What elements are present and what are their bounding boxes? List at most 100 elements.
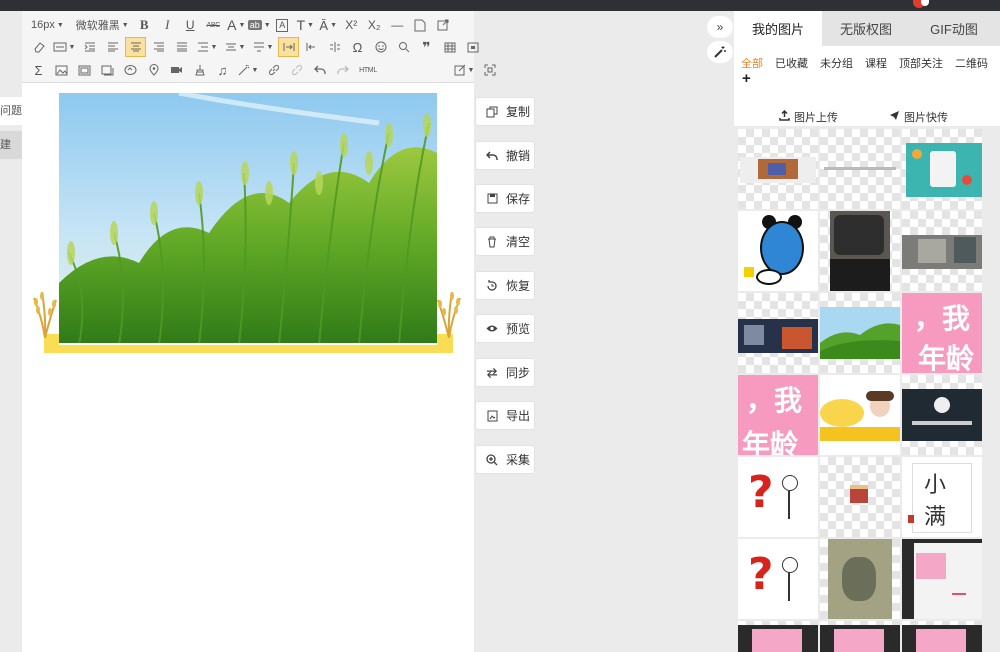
image-thumb[interactable]	[820, 211, 900, 291]
restore-button[interactable]: 恢复	[475, 271, 535, 300]
search-replace-icon[interactable]	[393, 37, 414, 57]
image-thumb[interactable]	[738, 129, 818, 209]
html-source-button[interactable]: HTML	[355, 60, 381, 80]
save-button[interactable]: 保存	[475, 184, 535, 213]
tab-my-images[interactable]: 我的图片	[734, 11, 822, 46]
justify-icon[interactable]	[171, 37, 192, 57]
image-thumb[interactable]	[820, 539, 900, 619]
image-thumb[interactable]	[902, 621, 982, 652]
blockquote-button[interactable]: ❞	[416, 37, 437, 57]
text-style-icon[interactable]: T ▼	[295, 15, 316, 35]
bold-button[interactable]: B	[134, 15, 155, 35]
edit-mode-icon[interactable]: ▼	[451, 60, 477, 80]
category-course[interactable]: 课程	[865, 57, 887, 71]
tab-copyright-free[interactable]: 无版权图	[822, 11, 910, 46]
blank-page-icon[interactable]	[410, 15, 431, 35]
image-thumb[interactable]	[738, 293, 818, 373]
line-indent-icon[interactable]: ▼	[194, 37, 220, 57]
scrawl-icon[interactable]	[120, 60, 141, 80]
collect-button[interactable]: 采集	[475, 445, 535, 474]
image-thumb[interactable]	[902, 211, 982, 291]
image-thumb[interactable]: 小 满	[902, 457, 982, 537]
horizontal-rule-icon[interactable]: —	[387, 15, 408, 35]
thumb-text-xiao: 小	[924, 473, 947, 498]
brush-icon[interactable]	[189, 60, 210, 80]
image-thumb[interactable]	[820, 293, 900, 373]
image-thumb[interactable]	[738, 621, 818, 652]
superscript-button[interactable]: X²	[341, 15, 362, 35]
table-properties-icon[interactable]	[462, 37, 483, 57]
editor-content[interactable]	[22, 83, 474, 652]
paragraph-icon[interactable]: ▼	[51, 37, 77, 57]
direction-rtl-icon[interactable]	[301, 37, 322, 57]
emoji-icon[interactable]	[370, 37, 391, 57]
map-icon[interactable]	[143, 60, 164, 80]
fullscreen-icon[interactable]	[479, 60, 500, 80]
redo-toolbar-icon[interactable]	[332, 60, 353, 80]
tab-gif[interactable]: GIF动图	[910, 11, 998, 46]
left-tab-question[interactable]: 问题	[0, 97, 22, 125]
image-thumb[interactable]: ?	[738, 457, 818, 537]
category-favorites[interactable]: 已收藏	[775, 57, 808, 71]
image-upload-button[interactable]: 图片上传	[779, 109, 838, 125]
collapse-panel-button[interactable]: »	[707, 16, 733, 38]
left-tab-build[interactable]: 建	[0, 131, 22, 159]
text-shadow-icon[interactable]: Ā ▼	[318, 15, 339, 35]
sync-button[interactable]: 同步	[475, 358, 535, 387]
copy-button[interactable]: 复制	[475, 97, 535, 126]
multi-image-icon[interactable]	[74, 60, 95, 80]
image-thumb[interactable]: ?	[738, 539, 818, 619]
image-thumb[interactable]	[902, 375, 982, 455]
undo-toolbar-icon[interactable]	[309, 60, 330, 80]
music-icon[interactable]: ♫	[212, 60, 233, 80]
undo-button[interactable]: 撤销	[475, 141, 535, 170]
image-thumb[interactable]	[738, 211, 818, 291]
category-qrcode[interactable]: 二维码	[955, 57, 988, 71]
image-thumb[interactable]	[820, 375, 900, 455]
spacing-icon[interactable]: ▼	[250, 37, 276, 57]
image-thumb[interactable]	[902, 129, 982, 209]
underline-button[interactable]: U	[180, 15, 201, 35]
align-left-icon[interactable]	[102, 37, 123, 57]
image-thumb[interactable]	[820, 457, 900, 537]
line-height-icon[interactable]: ▼	[222, 37, 248, 57]
table-icon[interactable]	[439, 37, 460, 57]
magic-wand-button[interactable]	[707, 41, 733, 63]
preview-button[interactable]: 预览	[475, 314, 535, 343]
align-center-icon[interactable]	[125, 37, 146, 57]
add-category-button[interactable]: +	[742, 71, 751, 87]
category-all[interactable]: 全部	[741, 57, 763, 71]
formula-sigma-icon[interactable]: Σ	[28, 60, 49, 80]
subscript-button[interactable]: X₂	[364, 15, 385, 35]
magic-wand-icon[interactable]: ▼	[235, 60, 261, 80]
image-thumb-pink[interactable]: ，我 年龄	[738, 375, 818, 455]
italic-button[interactable]: I	[157, 15, 178, 35]
special-char-button[interactable]: Ω	[347, 37, 368, 57]
frame-icon[interactable]	[97, 60, 118, 80]
video-icon[interactable]	[166, 60, 187, 80]
strikethrough-button[interactable]: ABC	[203, 15, 224, 35]
font-family-select[interactable]: 微软雅黑 ▼	[73, 15, 132, 35]
indent-icon[interactable]	[79, 37, 100, 57]
image-quick-button[interactable]: 图片快传	[889, 109, 948, 125]
export-button[interactable]: 导出	[475, 401, 535, 430]
image-thumb[interactable]	[902, 539, 982, 619]
font-size-select[interactable]: 16px ▼	[28, 15, 67, 35]
image-icon[interactable]	[51, 60, 72, 80]
image-thumb[interactable]	[820, 129, 900, 209]
category-ungrouped[interactable]: 未分组	[820, 57, 853, 71]
align-right-icon[interactable]	[148, 37, 169, 57]
float-icon[interactable]	[324, 37, 345, 57]
highlight-button[interactable]: ab ▼	[247, 15, 271, 35]
font-color-button[interactable]: A ▼	[226, 15, 247, 35]
external-link-icon[interactable]	[433, 15, 454, 35]
image-thumb[interactable]	[820, 621, 900, 652]
image-thumb-pink[interactable]: ，我 年龄	[902, 293, 982, 373]
unlink-icon[interactable]	[286, 60, 307, 80]
direction-ltr-icon[interactable]	[278, 37, 299, 57]
text-border-icon[interactable]: A	[272, 15, 293, 35]
eraser-icon[interactable]	[28, 37, 49, 57]
category-top-follow[interactable]: 顶部关注	[899, 57, 943, 71]
link-icon[interactable]	[263, 60, 284, 80]
clear-button[interactable]: 清空	[475, 227, 535, 256]
